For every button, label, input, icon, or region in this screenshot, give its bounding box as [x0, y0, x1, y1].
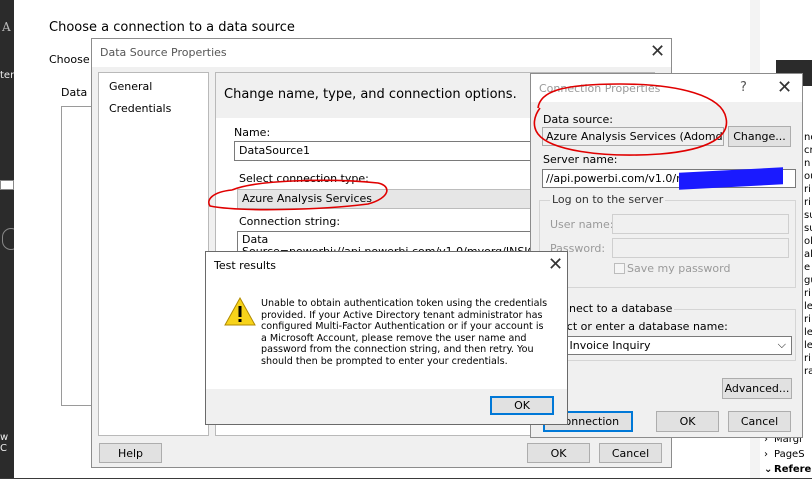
data-source-value: Azure Analysis Services (AdomdClient)	[542, 127, 724, 146]
password-input[interactable]	[612, 238, 789, 258]
tree-items: › Margi › PageS ⌄ Refere	[764, 434, 812, 479]
tree-item-references[interactable]: ⌄ Refere	[764, 464, 812, 479]
right-item: ri	[804, 353, 811, 364]
right-item: ol	[804, 236, 812, 247]
cp-ok-button[interactable]: OK	[656, 411, 719, 432]
left-strip-text-1: ter	[0, 70, 15, 81]
user-name-input[interactable]	[612, 214, 789, 234]
ds-heading: Change name, type, and connection option…	[224, 87, 517, 102]
chevron-down-icon: ⌵	[777, 338, 786, 351]
tr-title: Test results	[214, 259, 277, 272]
tr-message: Unable to obtain authentication token us…	[261, 298, 548, 367]
select-db-label: ect or enter a database name:	[560, 320, 728, 333]
left-strip-field	[0, 180, 14, 190]
right-item: cri	[804, 145, 812, 156]
right-item: le	[804, 340, 812, 351]
right-item: gu	[804, 275, 812, 286]
save-password-checkbox[interactable]	[614, 263, 625, 274]
nav-item-credentials[interactable]: Credentials	[109, 102, 171, 115]
right-item: su	[804, 210, 812, 221]
close-icon[interactable]: ✕	[548, 256, 563, 274]
tr-titlebar: Test results ✕	[206, 252, 567, 278]
help-icon[interactable]: ?	[740, 80, 747, 95]
right-panel-list: no cri n ou ri ri su su ol ali e gu ri l…	[804, 132, 812, 379]
cp-cancel-button[interactable]: Cancel	[728, 411, 791, 432]
logon-group-title: Log on to the server	[550, 193, 666, 206]
ds-ok-button[interactable]: OK	[527, 443, 590, 463]
connection-properties-dialog: Connection Properties ? ✕ Data source: A…	[530, 73, 803, 438]
right-item: ri	[804, 288, 811, 299]
right-item: n	[804, 158, 811, 169]
save-password-label: Save my password	[627, 262, 731, 275]
database-select[interactable]: S Invoice Inquiry ⌵	[554, 336, 792, 355]
right-item: ra	[804, 366, 812, 377]
name-input[interactable]: DataSource1	[234, 141, 554, 161]
right-item: ri	[804, 197, 811, 208]
close-icon[interactable]: ✕	[650, 43, 665, 61]
database-select-value: S Invoice Inquiry	[559, 339, 651, 352]
chevron-right-icon: ›	[764, 449, 768, 460]
database-group-title: nnect to a database	[560, 302, 675, 315]
tr-ok-button[interactable]: OK	[490, 396, 554, 415]
right-item: ri	[804, 314, 811, 325]
database-group: nnect to a database ect or enter a datab…	[539, 302, 796, 361]
right-item: le	[804, 327, 812, 338]
user-name-label: User name:	[550, 218, 614, 231]
right-item: su	[804, 223, 812, 234]
advanced-button[interactable]: Advanced...	[722, 378, 792, 399]
left-strip-letter: A	[2, 20, 11, 34]
ds-title: Data Source Properties	[100, 46, 227, 59]
right-item: no	[804, 132, 812, 143]
choose-connection-title: Choose a connection to a data source	[49, 20, 295, 35]
connection-type-label: Select connection type:	[239, 172, 369, 185]
cp-titlebar: Connection Properties ? ✕	[531, 74, 802, 102]
nav-item-general[interactable]: General	[109, 80, 152, 93]
connection-string-label: Connection string:	[239, 215, 341, 228]
close-icon[interactable]: ✕	[777, 79, 792, 97]
cp-title: Connection Properties	[539, 82, 661, 95]
server-name-label: Server name:	[543, 153, 618, 166]
logon-group: Log on to the server User name: Password…	[539, 193, 796, 288]
warning-icon	[224, 297, 256, 327]
ds-titlebar: Data Source Properties ✕	[92, 39, 671, 67]
left-strip-text-2: w C	[0, 432, 9, 454]
ds-cancel-button[interactable]: Cancel	[599, 443, 662, 463]
data-source-label: Data source:	[543, 113, 613, 126]
ds-nav: General Credentials	[98, 72, 209, 436]
connection-type-select[interactable]: Azure Analysis Services	[237, 189, 557, 209]
name-label: Name:	[234, 126, 271, 139]
tr-body: Unable to obtain authentication token us…	[206, 278, 567, 389]
right-item: ali	[804, 249, 812, 260]
change-button[interactable]: Change...	[728, 126, 791, 147]
right-item: ou	[804, 171, 812, 182]
right-item: e	[804, 262, 811, 273]
chevron-down-icon: ⌄	[764, 464, 773, 475]
help-button[interactable]: Help	[99, 443, 162, 463]
right-item: le	[804, 301, 812, 312]
right-item: ri	[804, 184, 811, 195]
test-results-dialog: Test results ✕ Unable to obtain authenti…	[205, 251, 568, 425]
tree-item-pagesetup[interactable]: › PageS	[764, 449, 812, 464]
background-left-strip: A ter w C	[0, 0, 20, 478]
